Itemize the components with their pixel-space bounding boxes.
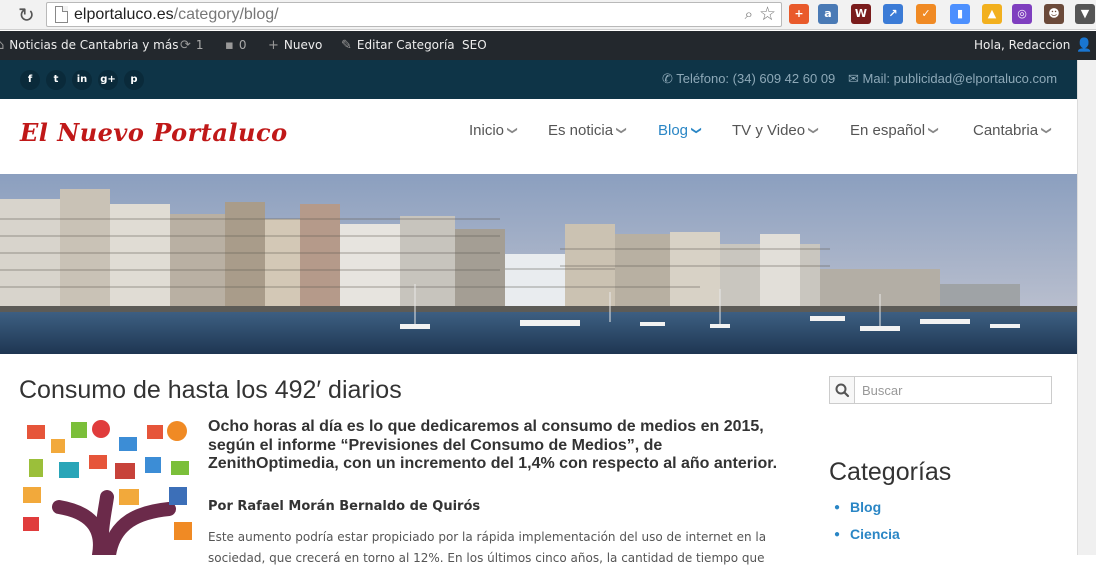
url-domain: elportaluco.es: [74, 6, 174, 23]
post-lead: Ocho horas al día es lo que dedicaremos …: [208, 418, 778, 472]
pinterest-icon[interactable]: p: [124, 70, 144, 90]
nav-item-label: TV y Video: [732, 122, 806, 139]
post-title[interactable]: Consumo de hasta los 492′ diarios: [19, 376, 402, 405]
chevron-down-icon: ❯: [927, 126, 939, 135]
nav-item-label: Blog: [658, 122, 689, 139]
comment-icon: ▪: [225, 38, 234, 53]
analytics-extension-icon[interactable]: ▮: [950, 4, 970, 24]
wr-extension-icon[interactable]: W: [851, 4, 871, 24]
admin-site-menu[interactable]: ⌂ Noticias de Cantabria y más: [0, 38, 178, 53]
chevron-down-icon: ❯: [690, 126, 702, 135]
admin-account[interactable]: Hola, Redaccion 👤: [974, 38, 1093, 53]
home-icon: ⌂: [0, 38, 5, 53]
site-topbar: f t in g+ p ✆ Teléfono: (34) 609 42 60 09 ✉ …: [0, 60, 1077, 99]
facebook-icon[interactable]: f: [20, 70, 40, 90]
nav-item-en-español[interactable]: En español ❯: [850, 122, 939, 139]
twitter-icon[interactable]: t: [46, 70, 66, 90]
updates-count: 1: [195, 38, 204, 52]
mail-icon: ✉: [848, 71, 863, 86]
page-scrollbar[interactable]: [1077, 60, 1096, 555]
post-excerpt: Este aumento podría estar propiciado por…: [208, 530, 767, 565]
admin-site-name: Noticias de Cantabria y más: [9, 38, 179, 52]
post-byline: Por Rafael Morán Bernaldo de Quirós: [208, 499, 481, 514]
bell-extension-icon[interactable]: ▲: [982, 4, 1002, 24]
phone-text: Teléfono: (34) 609 42 60 09: [676, 71, 836, 86]
plus-extension-icon[interactable]: +: [789, 4, 809, 24]
nav-item-cantabria[interactable]: Cantabria ❯: [973, 122, 1052, 139]
admin-new-label: Nuevo: [283, 38, 323, 52]
search-widget: [829, 376, 1052, 404]
admin-new[interactable]: + Nuevo: [268, 38, 322, 53]
header-banner-image: [0, 174, 1077, 354]
search-button[interactable]: [830, 377, 855, 403]
nav-item-blog[interactable]: Blog ❯: [658, 122, 702, 139]
browser-toolbar: ↻ elportaluco.es/category/blog/ ⌕ ☆ + a W ↗…: [0, 0, 1096, 30]
updates-icon: ⟳: [180, 38, 191, 53]
chevron-down-icon: ❯: [506, 126, 518, 135]
address-bar[interactable]: elportaluco.es/category/blog/ ⌕ ☆: [46, 2, 782, 27]
admin-greeting: Hola, Redaccion: [974, 38, 1071, 52]
category-link[interactable]: ● Blog: [834, 499, 881, 515]
globe-extension-icon[interactable]: ◎: [1012, 4, 1032, 24]
nav-item-label: Inicio: [469, 122, 505, 139]
comments-count: 0: [238, 38, 247, 52]
bullet-icon: ●: [834, 529, 841, 540]
wp-admin-bar: ⌂ Noticias de Cantabria y más ⟳ 1 ▪ 0 + Nuev…: [0, 31, 1096, 60]
search-icon: [835, 383, 850, 398]
bookmark-star-icon[interactable]: ☆: [759, 3, 776, 25]
search-input[interactable]: [856, 377, 1050, 403]
pocket-extension-icon[interactable]: ▼: [1075, 4, 1095, 24]
reload-icon[interactable]: ↻: [18, 3, 35, 27]
fox-extension-icon[interactable]: ✓: [916, 4, 936, 24]
url-path: /category/blog/: [173, 6, 279, 23]
categories-title: Categorías: [829, 458, 952, 486]
profile-extension-icon[interactable]: a: [818, 4, 838, 24]
nav-item-tv-y-video[interactable]: TV y Video ❯: [732, 122, 819, 139]
user-icon: 👤: [1076, 38, 1093, 53]
admin-updates[interactable]: ⟳ 1: [180, 38, 204, 53]
nav-item-label: Cantabria: [973, 122, 1039, 139]
chevron-down-icon: ❯: [1040, 126, 1052, 135]
chevron-down-icon: ❯: [615, 126, 627, 135]
linkedin-icon[interactable]: in: [72, 70, 92, 90]
bullet-icon: ●: [834, 502, 841, 513]
category-link[interactable]: ● Ciencia: [834, 526, 900, 542]
zoom-icon[interactable]: ⌕: [745, 5, 753, 23]
site-logo[interactable]: El Nuevo Portaluco: [20, 118, 288, 147]
nav-item-es-noticia[interactable]: Es noticia ❯: [548, 122, 627, 139]
site-header: El Nuevo Portaluco Inicio ❯ Es noticia ❯ Blo…: [0, 99, 1077, 174]
admin-comments[interactable]: ▪ 0: [225, 38, 246, 53]
media-tree-illustration: [19, 417, 199, 555]
url-text[interactable]: elportaluco.es/category/blog/: [74, 6, 279, 24]
plus-icon: +: [268, 38, 279, 53]
nav-item-label: En español: [850, 122, 926, 139]
pencil-icon: ✎: [341, 38, 352, 53]
contact-mail[interactable]: ✉ Mail: publicidad@elportaluco.com: [848, 71, 1057, 87]
nav-item-label: Es noticia: [548, 122, 614, 139]
mail-text: Mail: publicidad@elportaluco.com: [862, 71, 1058, 86]
chevron-down-icon: ❯: [807, 126, 819, 135]
contact-phone: ✆ Teléfono: (34) 609 42 60 09: [662, 71, 835, 87]
category-label: Ciencia: [850, 526, 900, 542]
page-icon: [55, 6, 68, 23]
googleplus-icon[interactable]: g+: [98, 70, 118, 90]
admin-edit-category[interactable]: ✎ Editar Categoría: [341, 38, 455, 53]
admin-edit-label: Editar Categoría: [356, 38, 455, 52]
admin-seo[interactable]: SEO: [462, 38, 487, 52]
phone-icon: ✆: [662, 71, 677, 86]
category-label: Blog: [850, 499, 882, 515]
admin-seo-label: SEO: [462, 38, 487, 52]
spy-extension-icon[interactable]: ☻: [1044, 4, 1064, 24]
harbor-skyline-image: [0, 174, 1077, 354]
nav-item-inicio[interactable]: Inicio ❯: [469, 122, 518, 139]
chart-extension-icon[interactable]: ↗: [883, 4, 903, 24]
post-thumbnail[interactable]: [19, 417, 199, 555]
